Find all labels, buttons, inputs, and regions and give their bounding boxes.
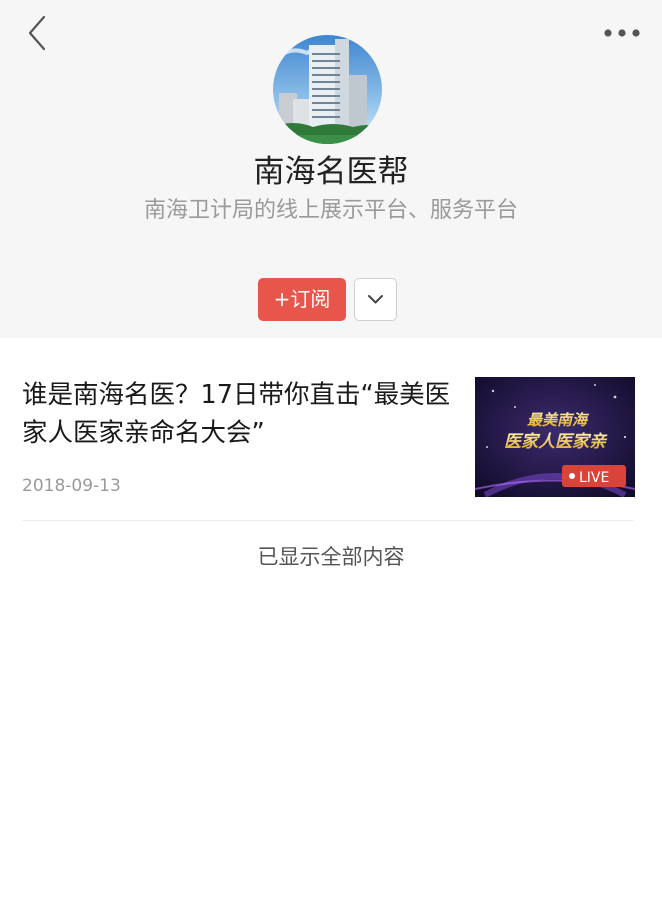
subscribe-button[interactable]: +订阅 bbox=[258, 278, 346, 321]
article-title[interactable]: 谁是南海名医？17日带你直击“最美医家人医家亲命名大会” bbox=[22, 376, 462, 452]
live-event-thumbnail: 最美南海 医家人医家亲 LIVE bbox=[475, 377, 635, 497]
divider bbox=[22, 520, 634, 521]
section-gap bbox=[0, 338, 662, 354]
thumbnail-line2: 医家人医家亲 bbox=[504, 432, 608, 452]
back-button[interactable] bbox=[14, 10, 60, 56]
end-of-list-text: 已显示全部内容 bbox=[257, 545, 405, 569]
dropdown-button[interactable] bbox=[354, 278, 397, 321]
building-avatar-icon bbox=[273, 35, 382, 144]
live-badge: LIVE bbox=[579, 470, 609, 486]
account-name: 南海名医帮 bbox=[253, 154, 409, 190]
more-dots-icon bbox=[604, 29, 640, 37]
account-avatar bbox=[273, 35, 382, 144]
account-profile-header: 南海名医帮 南海卫计局的线上展示平台、服务平台 +订阅 bbox=[0, 0, 662, 338]
chevron-down-icon bbox=[368, 295, 383, 304]
chevron-left-icon bbox=[28, 15, 46, 51]
thumbnail-line1: 最美南海 bbox=[527, 411, 590, 429]
article-thumbnail[interactable]: 最美南海 医家人医家亲 LIVE bbox=[475, 377, 635, 497]
article-date: 2018-09-13 bbox=[22, 476, 121, 496]
more-options-button[interactable] bbox=[598, 16, 646, 50]
article-list-item[interactable]: 谁是南海名医？17日带你直击“最美医家人医家亲命名大会” 2018-09-13 bbox=[0, 354, 662, 520]
account-description: 南海卫计局的线上展示平台、服务平台 bbox=[143, 198, 518, 223]
